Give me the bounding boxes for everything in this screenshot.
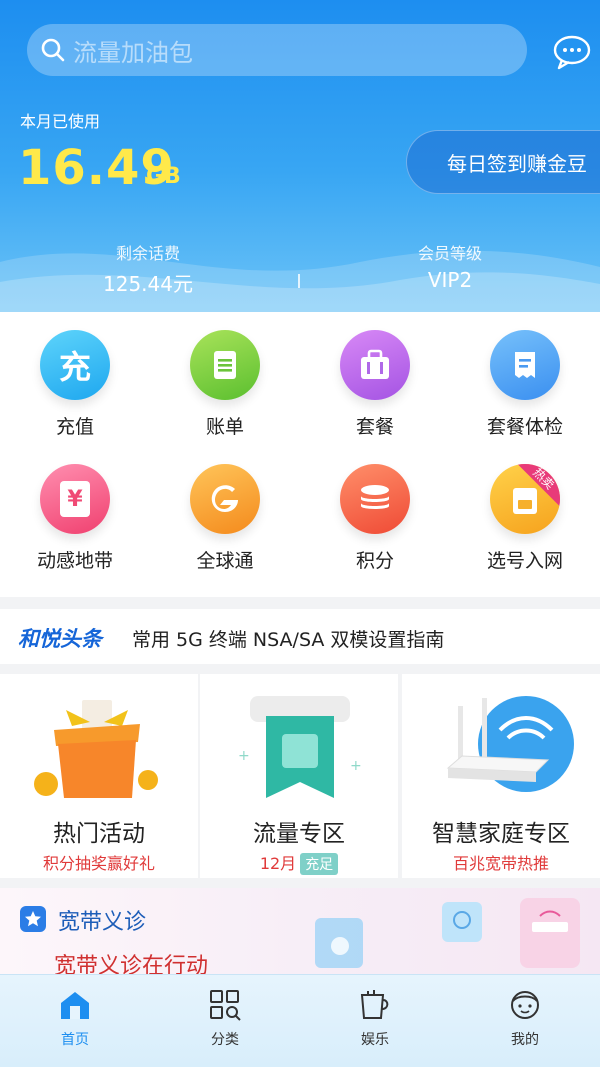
data-ribbon-icon: ++	[238, 696, 362, 798]
grid-label: 动感地带	[36, 550, 113, 572]
grid-item-bill[interactable]: 账单	[150, 330, 300, 439]
daily-checkin-button[interactable]: 每日签到赚金豆	[406, 130, 600, 194]
promo-smart-home[interactable]: 智慧家庭专区 百兆宽带热推	[402, 674, 600, 878]
bill-icon	[190, 330, 260, 400]
usage-unit: GB	[146, 164, 181, 189]
promo-title: 热门活动	[53, 821, 145, 847]
gotone-icon	[190, 464, 260, 534]
cup-icon	[360, 990, 389, 1019]
news-brand: 和悦头条	[18, 627, 102, 651]
news-ticker[interactable]: 和悦头条 常用 5G 终端 NSA/SA 双模设置指南	[0, 609, 600, 664]
profile-icon	[511, 991, 539, 1019]
balance-label: 剩余话费	[115, 244, 180, 263]
header: 流量加油包 本月已使用 16.49 GB 每日签到赚金豆 剩余话费 125.44…	[0, 0, 600, 312]
grid-item-package[interactable]: 套餐	[300, 330, 450, 439]
member-level-label: 会员等级	[417, 244, 482, 263]
tab-label: 首页	[61, 1032, 89, 1048]
message-icon[interactable]	[552, 34, 592, 70]
promo-subtitle: 百兆宽带热推	[452, 854, 549, 873]
usage-label: 本月已使用	[20, 112, 101, 131]
grid-item-gotone[interactable]: 全球通	[150, 464, 300, 573]
grid-item-mzone[interactable]: ¥ 动感地带	[0, 464, 150, 573]
grid-label: 充值	[55, 416, 94, 438]
balance-value[interactable]: 125.44元	[68, 268, 228, 297]
tab-label: 分类	[211, 1032, 239, 1048]
banner-title: 宽带义诊	[58, 910, 147, 935]
grid-label: 套餐体检	[486, 416, 563, 438]
package-icon	[340, 330, 410, 400]
grid-label: 账单	[205, 416, 244, 438]
router-icon	[446, 696, 574, 792]
select-number-icon: 热卖	[490, 464, 560, 534]
news-headline[interactable]: 常用 5G 终端 NSA/SA 双模设置指南	[132, 625, 444, 652]
bottom-tab-bar: 首页 分类 娱乐 我的	[0, 974, 600, 1067]
category-icon	[210, 990, 241, 1021]
tab-home[interactable]: 首页	[0, 975, 150, 1067]
member-level-value[interactable]: VIP2	[370, 268, 530, 292]
tab-profile[interactable]: 我的	[450, 975, 600, 1067]
promo-data-zone[interactable]: + + 流量专区 12月 充足	[200, 674, 398, 878]
tab-label: 娱乐	[361, 1032, 389, 1048]
home-icon	[61, 992, 89, 1019]
search-placeholder: 流量加油包	[73, 38, 193, 67]
svg-text:+: +	[238, 748, 250, 764]
tab-category[interactable]: 分类	[150, 975, 300, 1067]
search-bar[interactable]: 流量加油包	[27, 24, 527, 76]
promo-title: 流量专区	[253, 821, 345, 847]
banner-illustration	[315, 898, 580, 968]
promo-subtitle: 积分抽奖赢好礼	[42, 854, 155, 873]
grid-label: 积分	[355, 550, 394, 572]
svg-text:+: +	[350, 758, 362, 774]
grid-label: 选号入网	[486, 550, 563, 572]
gift-box-icon	[34, 700, 158, 798]
promo-title: 智慧家庭专区	[432, 821, 570, 847]
grid-item-package-check[interactable]: 套餐体检	[450, 330, 600, 439]
broadband-clinic-banner[interactable]: 宽带义诊 宽带义诊在行动	[0, 888, 600, 978]
grid-item-recharge[interactable]: 充 充值	[0, 330, 150, 439]
service-grid: 充 充值 账单 套餐 套餐体检 ¥ 动感地带 全球通 积分 热卖 选号入网	[0, 312, 600, 597]
recharge-icon: 充	[40, 330, 110, 400]
tab-entertainment[interactable]: 娱乐	[300, 975, 450, 1067]
grid-label: 全球通	[196, 550, 254, 572]
grid-label: 套餐	[355, 416, 394, 438]
search-icon	[41, 38, 65, 62]
grid-item-select-number[interactable]: 热卖 选号入网	[450, 464, 600, 573]
mzone-icon: ¥	[40, 464, 110, 534]
promo-subtitle: 12月 充足	[200, 850, 398, 875]
tab-label: 我的	[511, 1032, 539, 1048]
stats-divider	[298, 274, 300, 288]
sufficient-badge: 充足	[300, 853, 339, 875]
checkin-label: 每日签到赚金豆	[447, 151, 587, 176]
header-wave	[0, 250, 600, 312]
points-icon	[340, 464, 410, 534]
star-icon	[20, 906, 46, 932]
promo-hot-events[interactable]: 热门活动 积分抽奖赢好礼	[0, 674, 198, 878]
grid-item-points[interactable]: 积分	[300, 464, 450, 573]
package-check-icon	[490, 330, 560, 400]
